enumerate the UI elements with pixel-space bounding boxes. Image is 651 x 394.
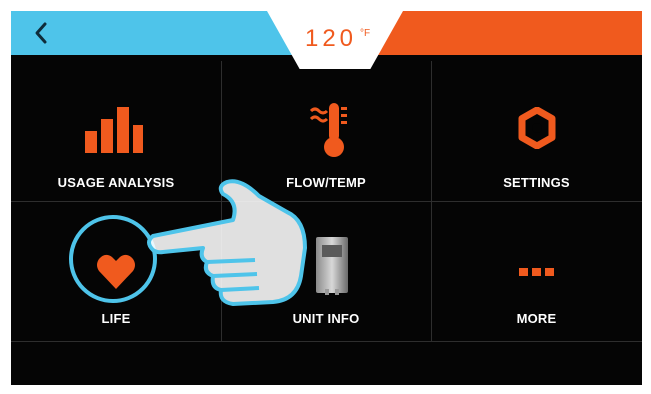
back-button[interactable] (25, 17, 65, 49)
temperature-value: 120 (304, 25, 358, 52)
water-heater-unit-icon (316, 237, 348, 295)
tile-more[interactable]: MORE (431, 201, 642, 341)
more-dots-icon (519, 268, 554, 276)
chevron-left-icon (35, 22, 47, 44)
temperature-unit: °F (360, 28, 371, 39)
tile-label: SETTINGS (503, 175, 570, 190)
tile-label: UNIT INFO (292, 311, 360, 326)
tile-label: MORE (516, 311, 557, 326)
tile-settings[interactable]: SETTINGS (431, 61, 642, 201)
device-screen: 120 °F USAGE ANALYSIS FLOW/TEMP SETTINGS… (11, 11, 642, 385)
bar-chart-icon (85, 107, 143, 153)
grid-divider (11, 341, 642, 342)
thermometer-icon (309, 103, 347, 157)
gear-icon (518, 107, 556, 149)
pointing-hand-icon (147, 179, 307, 306)
tile-label: LIFE (101, 311, 131, 326)
